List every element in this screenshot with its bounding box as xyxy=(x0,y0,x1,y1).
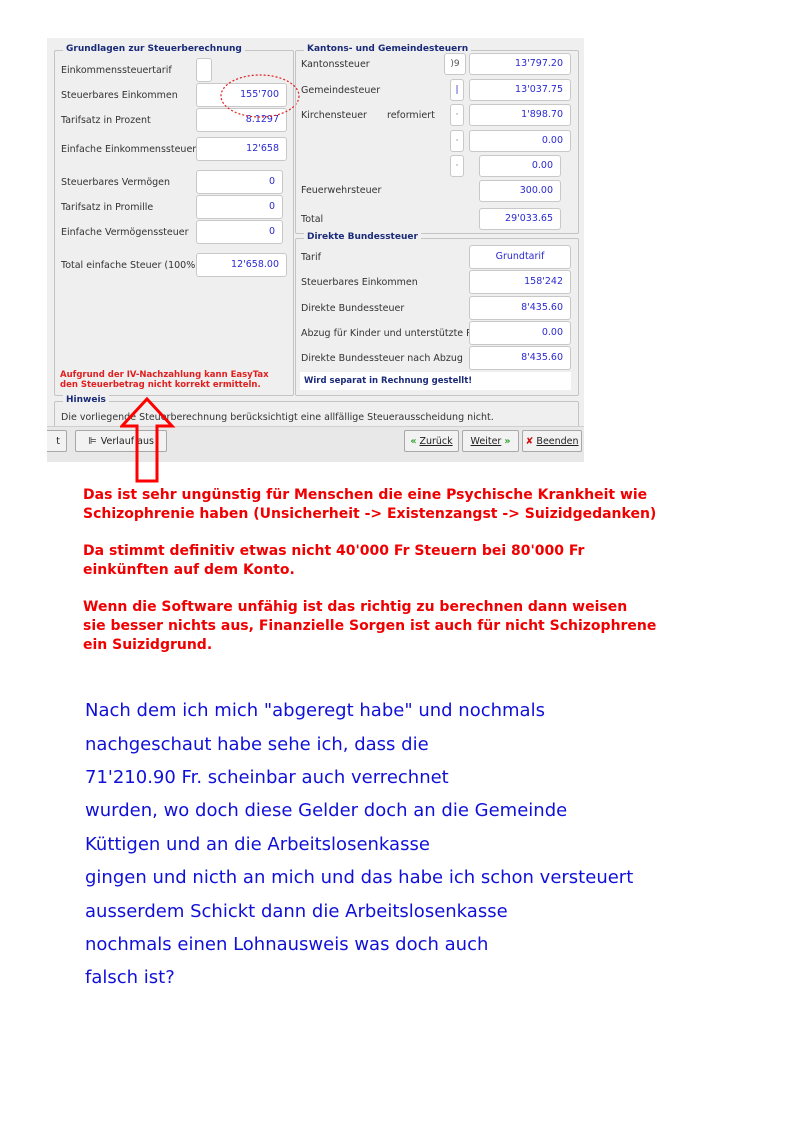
label-abzug-kinder: Abzug für Kinder und unterstützte P... xyxy=(301,328,480,339)
label-direkte-bundessteuer: Direkte Bundessteuer xyxy=(301,303,405,314)
kantonssteuer-percent[interactable]: )9 xyxy=(444,53,466,75)
extra-steuer-percent-2[interactable]: · xyxy=(450,155,464,177)
comment-red-2-line2: einkünften auf dem Konto. xyxy=(83,562,295,578)
weiter-label: Weiter xyxy=(470,435,502,447)
note-blue-line: Küttigen und an die Arbeitslosenkasse xyxy=(85,834,430,855)
total-einfache-steuer-field[interactable]: 12'658.00 xyxy=(196,253,287,277)
label-einkommenssteuertarif: Einkommenssteuertarif xyxy=(61,65,172,76)
extra-steuer-percent-1[interactable]: · xyxy=(450,130,464,152)
tarif-field[interactable]: Grundtarif xyxy=(469,245,571,269)
label-tarifsatz-prozent: Tarifsatz in Prozent xyxy=(61,115,151,126)
label-bund-steuerbares-einkommen: Steuerbares Einkommen xyxy=(301,277,418,288)
label-einfache-vermoegenssteuer: Einfache Vermögenssteuer xyxy=(61,227,189,238)
easytax-warning-line2: den Steuerbetrag nicht korrekt ermitteln… xyxy=(60,380,261,390)
arrow-up-annotation-icon xyxy=(120,396,176,483)
label-feuerwehrsteuer: Feuerwehrsteuer xyxy=(301,185,382,196)
label-steuerbares-einkommen: Steuerbares Einkommen xyxy=(61,90,178,101)
comment-red-3-line3: ein Suizidgrund. xyxy=(83,637,213,653)
comment-red-3-line1: Wenn die Software unfähig ist das richti… xyxy=(83,599,628,615)
comment-red-1-line2: Schizophrenie haben (Unsicherheit -> Exi… xyxy=(83,506,657,522)
feuerwehrsteuer-field[interactable]: 300.00 xyxy=(479,180,561,202)
steuerbares-vermoegen-field[interactable]: 0 xyxy=(196,170,283,194)
easytax-warning-line1: Aufgrund der IV-Nachzahlung kann EasyTax xyxy=(60,370,269,380)
history-icon: ⊫ xyxy=(88,435,97,447)
direkte-bundessteuer-field[interactable]: 8'435.60 xyxy=(469,296,571,320)
note-blue-line: 71'210.90 Fr. scheinbar auch verrechnet xyxy=(85,767,449,788)
note-blue-line: wurden, wo doch diese Gelder doch an die… xyxy=(85,800,568,821)
close-icon: ✘ xyxy=(525,435,534,447)
separate-invoice-note: Wird separat in Rechnung gestellt! xyxy=(300,372,571,390)
label-tarif: Tarif xyxy=(301,252,321,263)
note-blue-line: ausserdem Schickt dann die Arbeitslosenk… xyxy=(85,901,508,922)
note-blue-line: nochmals einen Lohnausweis was doch auch xyxy=(85,934,489,955)
bundessteuer-nach-abzug-field[interactable]: 8'435.60 xyxy=(469,346,571,370)
kantonssteuer-field[interactable]: 13'797.20 xyxy=(469,53,571,75)
note-blue-line: Nach dem ich mich "abgeregt habe" und no… xyxy=(85,700,545,721)
label-kantonssteuer: Kantonssteuer xyxy=(301,59,370,70)
einkommenssteuertarif-field[interactable] xyxy=(196,58,212,82)
kirchensteuer-field[interactable]: 1'898.70 xyxy=(469,104,571,126)
comment-red-2-line1: Da stimmt definitiv etwas nicht 40'000 F… xyxy=(83,543,585,559)
zurueck-label: Zurück xyxy=(419,435,453,447)
left-truncated-button[interactable]: t xyxy=(47,430,67,452)
kirchensteuer-konfession: reformiert xyxy=(387,110,435,121)
beenden-button[interactable]: ✘ Beenden xyxy=(522,430,582,452)
tarifsatz-promille-field[interactable]: 0 xyxy=(196,195,283,219)
comment-red-1-line1: Das ist sehr ungünstig für Menschen die … xyxy=(83,487,648,503)
extra-steuer-field-2[interactable]: 0.00 xyxy=(479,155,561,177)
beenden-label: Beenden xyxy=(536,435,579,447)
weiter-button[interactable]: Weiter » xyxy=(462,430,519,452)
highlight-ellipse xyxy=(220,74,300,118)
label-kirchensteuer: Kirchensteuer xyxy=(301,110,367,121)
bund-steuerbares-einkommen-field[interactable]: 158'242 xyxy=(469,270,571,294)
extra-steuer-field-1[interactable]: 0.00 xyxy=(469,130,571,152)
zurueck-button[interactable]: « Zurück xyxy=(404,430,459,452)
label-steuerbares-vermoegen: Steuerbares Vermögen xyxy=(61,177,171,188)
note-blue-line: falsch ist? xyxy=(85,967,175,988)
label-einfache-einkommenssteuer: Einfache Einkommenssteuer xyxy=(61,144,197,155)
label-bundessteuer-nach-abzug: Direkte Bundessteuer nach Abzug xyxy=(301,353,463,364)
left-truncated-label: t xyxy=(56,435,60,447)
label-total-einfache-steuer: Total einfache Steuer (100%) xyxy=(61,260,199,271)
label-total: Total xyxy=(301,214,324,225)
chevron-left-double-icon: « xyxy=(410,435,417,447)
note-blue-line: gingen und nicth an mich und das habe ic… xyxy=(85,867,634,888)
abzug-kinder-field[interactable]: 0.00 xyxy=(469,321,571,345)
comment-red-3-line2: sie besser nichts aus, Finanzielle Sorge… xyxy=(83,618,657,634)
einfache-einkommenssteuer-field[interactable]: 12'658 xyxy=(196,137,287,161)
bundessteuer-legend: Direkte Bundessteuer xyxy=(304,232,421,242)
einfache-vermoegenssteuer-field[interactable]: 0 xyxy=(196,220,283,244)
chevron-right-double-icon: » xyxy=(504,435,511,447)
gemeindesteuer-percent[interactable]: | xyxy=(450,79,464,101)
kirchensteuer-percent[interactable]: · xyxy=(450,104,464,126)
note-blue-line: nachgeschaut habe sehe ich, dass die xyxy=(85,734,429,755)
gemeindesteuer-field[interactable]: 13'037.75 xyxy=(469,79,571,101)
grundlagen-legend: Grundlagen zur Steuerberechnung xyxy=(63,44,245,54)
label-tarifsatz-promille: Tarifsatz in Promille xyxy=(61,202,154,213)
label-gemeindesteuer: Gemeindesteuer xyxy=(301,85,381,96)
total-field[interactable]: 29'033.65 xyxy=(479,208,561,230)
hinweis-legend: Hinweis xyxy=(63,395,109,405)
